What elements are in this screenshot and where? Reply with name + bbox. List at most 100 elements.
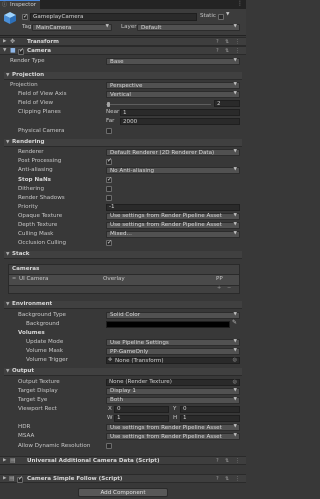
occlusion-culling-label: Occlusion Culling <box>18 239 67 246</box>
background-type-label: Background Type <box>18 311 66 318</box>
camera-follow-title: Camera Simple Follow (Script) <box>27 475 123 482</box>
dynamic-resolution-checkbox[interactable] <box>106 443 112 449</box>
more-options-icon[interactable]: ⋮ <box>235 48 240 54</box>
rendering-section-header[interactable]: ▼ Rendering <box>4 139 242 147</box>
camera-follow-enabled-checkbox[interactable] <box>17 476 23 483</box>
fov-slider-handle[interactable] <box>107 101 111 107</box>
script-icon: ▤ <box>9 475 15 482</box>
output-texture-field[interactable]: None (Render Texture) ◎ <box>106 378 240 386</box>
post-processing-checkbox[interactable] <box>106 158 112 165</box>
depth-texture-dropdown[interactable]: Use settings from Render Pipeline Asset ▼ <box>106 221 240 229</box>
output-section-header[interactable]: ▼ Output <box>4 368 242 376</box>
more-options-icon[interactable]: ⋮ <box>235 458 240 464</box>
stack-pp-label: PP <box>216 276 223 282</box>
stop-nans-checkbox[interactable] <box>106 177 112 183</box>
additional-camera-data-header[interactable]: ▶ ▤ Universal Additional Camera Data (Sc… <box>0 456 246 465</box>
viewport-x-field[interactable]: 0 <box>114 405 169 413</box>
remove-icon[interactable]: − <box>227 286 231 291</box>
far-field[interactable]: 2000 <box>120 118 240 125</box>
camera-enabled-checkbox[interactable] <box>18 48 24 55</box>
fov-value-field[interactable]: 2 <box>214 100 240 107</box>
near-field[interactable]: 1 <box>120 109 240 116</box>
preset-icon[interactable]: ⇅ <box>225 476 229 482</box>
chevron-down-icon: ▼ <box>233 167 237 172</box>
more-options-icon[interactable]: ⋮ <box>237 1 243 7</box>
opaque-texture-dropdown[interactable]: Use settings from Render Pipeline Asset ▼ <box>106 212 240 220</box>
chevron-down-icon: ▼ <box>233 348 237 353</box>
volume-mask-dropdown[interactable]: PP-GameOnly ▼ <box>106 348 240 355</box>
render-type-dropdown[interactable]: Base ▼ <box>106 58 240 65</box>
clipping-planes-label: Clipping Planes <box>18 109 61 115</box>
occlusion-culling-checkbox[interactable] <box>106 240 112 246</box>
transform-icon: ✥ <box>10 38 16 45</box>
help-icon[interactable]: ? <box>216 476 219 482</box>
target-eye-dropdown[interactable]: Both ▼ <box>106 396 240 404</box>
static-dropdown-icon[interactable]: ▼ <box>226 12 229 18</box>
object-picker-icon[interactable]: ◎ <box>233 379 237 385</box>
fov-label: Field of View <box>18 100 54 106</box>
more-options-icon[interactable]: ⋮ <box>235 476 240 482</box>
help-icon[interactable]: ? <box>216 39 219 45</box>
environment-section-header[interactable]: ▼ Environment <box>4 301 242 309</box>
target-display-dropdown[interactable]: Display 1 ▼ <box>106 387 240 395</box>
projection-section-header[interactable]: ▼ Projection <box>4 72 242 80</box>
culling-mask-dropdown[interactable]: Mixed... ▼ <box>106 230 240 238</box>
background-label: Background <box>26 320 60 327</box>
hdr-label: HDR <box>18 424 31 430</box>
chevron-down-icon: ▼ <box>233 149 237 154</box>
gameobject-cube-icon <box>4 12 16 24</box>
viewport-y-label: Y <box>173 405 177 412</box>
help-icon[interactable]: ? <box>216 458 219 464</box>
viewport-h-label: H <box>173 414 178 421</box>
eyedropper-icon[interactable]: ✎ <box>232 320 237 326</box>
volume-trigger-field[interactable]: ✥ None (Transform) ◎ <box>106 357 240 364</box>
preset-icon[interactable]: ⇅ <box>225 458 229 464</box>
dithering-checkbox[interactable] <box>106 186 112 192</box>
stack-section-header[interactable]: ▼ Stack <box>4 251 242 259</box>
tag-dropdown[interactable]: MainCamera ▼ <box>32 24 112 31</box>
viewport-w-field[interactable]: 1 <box>114 414 169 422</box>
msaa-dropdown[interactable]: Use settings from Render Pipeline Asset ▼ <box>106 433 240 440</box>
drag-handle-icon[interactable]: = <box>12 276 16 282</box>
render-shadows-checkbox[interactable] <box>106 195 112 201</box>
anti-aliasing-dropdown[interactable]: No Anti-aliasing ▼ <box>106 167 240 174</box>
fov-axis-dropdown[interactable]: Vertical ▼ <box>106 91 240 98</box>
camera-stack-row[interactable]: = UI Camera Overlay PP <box>9 274 239 286</box>
physical-camera-checkbox[interactable] <box>106 128 112 134</box>
more-options-icon[interactable]: ⋮ <box>235 39 240 45</box>
add-icon[interactable]: + <box>217 286 221 291</box>
help-icon[interactable]: ? <box>216 48 219 54</box>
output-texture-label: Output Texture <box>18 378 60 385</box>
object-name-field[interactable]: GameplayCamera <box>30 13 197 21</box>
layer-dropdown[interactable]: Default ▼ <box>137 24 240 31</box>
dithering-label: Dithering <box>18 185 44 192</box>
tab-inspector-label: Inspector <box>10 1 37 8</box>
transform-component-header[interactable]: ▶ ✥ Transform ? ⇅ ⋮ <box>0 37 246 46</box>
background-color-swatch[interactable] <box>106 320 230 328</box>
hdr-dropdown[interactable]: Use settings from Render Pipeline Asset ▼ <box>106 424 240 431</box>
priority-field[interactable]: -1 <box>106 203 240 211</box>
collapse-arrow-icon: ▼ <box>6 251 10 257</box>
fov-slider-track[interactable] <box>106 103 211 105</box>
active-checkbox[interactable] <box>22 14 28 20</box>
fov-axis-label: Field of View Axis <box>18 91 67 97</box>
tab-inspector[interactable]: ⓘ Inspector <box>0 0 40 9</box>
update-mode-dropdown[interactable]: Use Pipeline Settings ▼ <box>106 339 240 346</box>
preset-icon[interactable]: ⇅ <box>225 39 229 45</box>
viewport-h-field[interactable]: 1 <box>180 414 240 422</box>
preset-icon[interactable]: ⇅ <box>225 48 229 54</box>
expand-arrow-icon: ▶ <box>3 457 7 463</box>
camera-component-header[interactable]: ▼ ■ Camera ? ⇅ ⋮ <box>0 46 246 55</box>
transform-icon: ✥ <box>108 357 113 363</box>
renderer-dropdown[interactable]: Default Renderer (2D Renderer Data) ▼ <box>106 149 240 156</box>
background-type-dropdown[interactable]: Solid Color ▼ <box>106 311 240 319</box>
camera-follow-header[interactable]: ▶ ▤ Camera Simple Follow (Script) ? ⇅ ⋮ <box>0 474 246 483</box>
object-picker-icon[interactable]: ◎ <box>233 358 237 363</box>
camera-icon: ■ <box>10 47 16 54</box>
additional-camera-data-title: Universal Additional Camera Data (Script… <box>27 457 160 464</box>
transform-title: Transform <box>27 38 59 45</box>
projection-dropdown[interactable]: Perspective ▼ <box>106 82 240 89</box>
add-component-button[interactable]: Add Component <box>78 488 168 497</box>
viewport-y-field[interactable]: 0 <box>180 405 240 413</box>
static-checkbox[interactable] <box>218 14 224 20</box>
